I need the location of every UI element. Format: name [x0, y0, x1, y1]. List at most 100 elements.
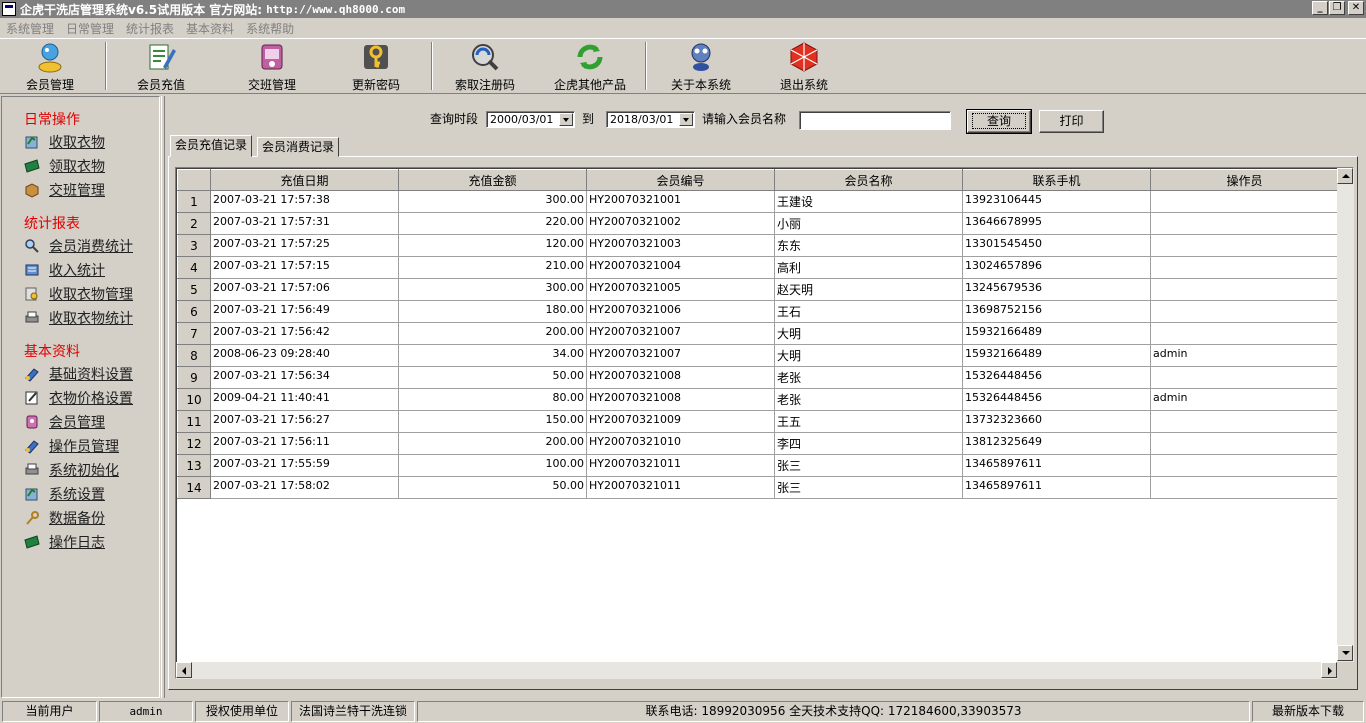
members-icon: [34, 41, 66, 73]
shift-manage-button[interactable]: 交班管理: [242, 41, 302, 93]
cell-member-name: 小丽: [774, 212, 963, 235]
get-reg-code-button[interactable]: 索取注册码: [452, 41, 518, 93]
cell-member-name: 高利: [774, 256, 963, 279]
cell-amount: 50.00: [398, 476, 587, 499]
sidebar-item-receive-clothes[interactable]: 收取衣物: [24, 133, 105, 151]
cell-amount: 200.00: [398, 432, 587, 455]
cell-phone: 13245679536: [962, 278, 1151, 301]
refresh-icon: [574, 41, 606, 73]
sidebar-item-operator-manage[interactable]: 操作员管理: [24, 437, 119, 455]
table-row[interactable]: 4 2007-03-21 17:57:15 210.00 HY20070321004 高…: [177, 256, 1339, 279]
cell-amount: 300.00: [398, 278, 587, 301]
tab-recharge-records[interactable]: 会员充值记录: [170, 135, 253, 157]
sidebar-item-operation-log[interactable]: 操作日志: [24, 533, 105, 551]
sidebar-item-data-backup[interactable]: 数据备份: [24, 509, 105, 527]
sidebar-item-clothes-stats[interactable]: 收取衣物统计: [24, 309, 133, 327]
sidebar-item-basic-settings[interactable]: 基础资料设置: [24, 365, 133, 383]
close-button[interactable]: ✕: [1348, 1, 1364, 15]
exit-button[interactable]: 退出系统: [774, 41, 834, 93]
sidebar-item-member-manage[interactable]: 会员管理: [24, 413, 105, 431]
scrollbar-corner: [1337, 662, 1354, 679]
cell-member-id: HY20070321011: [586, 476, 775, 499]
backup-key-icon: [24, 510, 40, 526]
sidebar-item-income-stats[interactable]: 收入统计: [24, 261, 105, 279]
column-header[interactable]: 联系手机: [962, 169, 1151, 191]
cell-amount: 300.00: [398, 190, 587, 213]
table-row[interactable]: 8 2008-06-23 09:28:40 34.00 HY20070321007 大明…: [177, 344, 1339, 367]
table-row[interactable]: 6 2007-03-21 17:56:49 180.00 HY20070321006 王…: [177, 300, 1339, 323]
search-button[interactable]: 查询: [966, 109, 1032, 134]
exit-icon: [788, 41, 820, 73]
sidebar-item-collect-clothes[interactable]: 领取衣物: [24, 157, 105, 175]
menu-help[interactable]: 系统帮助: [246, 20, 294, 37]
cell-phone: 13923106445: [962, 190, 1151, 213]
sidebar: 日常操作 收取衣物 领取衣物 交班管理 统计报表 会员消费统计 收入统计 收取衣…: [1, 96, 160, 698]
title-bar: 企虎干洗店管理系统v6.5试用版本 官方网站: http://www.qh800…: [0, 0, 1366, 18]
sidebar-item-clothes-manage[interactable]: 收取衣物管理: [24, 285, 133, 303]
column-header[interactable]: 操作员: [1150, 169, 1339, 191]
ledger-icon: [24, 262, 40, 278]
member-recharge-button[interactable]: 会员充值: [131, 41, 191, 93]
sidebar-item-system-init[interactable]: 系统初始化: [24, 461, 119, 479]
print-button[interactable]: 打印: [1039, 110, 1104, 133]
column-header[interactable]: 会员名称: [774, 169, 963, 191]
cell-amount: 180.00: [398, 300, 587, 323]
scroll-up-icon[interactable]: [1337, 168, 1353, 184]
table-row[interactable]: 13 2007-03-21 17:55:59 100.00 HY20070321011…: [177, 454, 1339, 477]
sidebar-item-price-settings[interactable]: 衣物价格设置: [24, 389, 133, 407]
cell-member-name: 王石: [774, 300, 963, 323]
download-latest-link[interactable]: 最新版本下载: [1252, 701, 1364, 722]
table-row[interactable]: 10 2009-04-21 11:40:41 80.00 HY20070321008 老…: [177, 388, 1339, 411]
cell-date: 2007-03-21 17:57:38: [210, 190, 399, 213]
menu-daily[interactable]: 日常管理: [66, 20, 114, 37]
member-manage-button[interactable]: 会员管理: [20, 41, 80, 93]
cell-date: 2007-03-21 17:57:06: [210, 278, 399, 301]
clothes-out-icon: [24, 158, 40, 174]
chevron-down-icon[interactable]: [559, 113, 573, 126]
scroll-down-icon[interactable]: [1337, 645, 1353, 661]
change-password-button[interactable]: 更新密码: [346, 41, 406, 93]
table-row[interactable]: 14 2007-03-21 17:58:02 50.00 HY20070321011 张…: [177, 476, 1339, 499]
table-row[interactable]: 1 2007-03-21 17:57:38 300.00 HY20070321001 王…: [177, 190, 1339, 213]
minimize-button[interactable]: _: [1312, 1, 1328, 15]
row-number: 3: [177, 234, 211, 257]
table-row[interactable]: 5 2007-03-21 17:57:06 300.00 HY20070321005 赵…: [177, 278, 1339, 301]
row-number: 7: [177, 322, 211, 345]
cell-date: 2008-06-23 09:28:40: [210, 344, 399, 367]
end-date-picker[interactable]: 2018/03/01: [606, 111, 695, 128]
menu-reports[interactable]: 统计报表: [126, 20, 174, 37]
column-header[interactable]: 会员编号: [586, 169, 775, 191]
menu-system[interactable]: 系统管理: [6, 20, 54, 37]
splitter[interactable]: [161, 96, 165, 698]
horizontal-scrollbar[interactable]: [176, 662, 1337, 679]
chevron-down-icon[interactable]: [679, 113, 693, 126]
scroll-right-icon[interactable]: [1321, 662, 1337, 678]
table-row[interactable]: 7 2007-03-21 17:56:42 200.00 HY20070321007 大…: [177, 322, 1339, 345]
table-row[interactable]: 12 2007-03-21 17:56:11 200.00 HY20070321010…: [177, 432, 1339, 455]
table-row[interactable]: 9 2007-03-21 17:56:34 50.00 HY20070321008 老张…: [177, 366, 1339, 389]
table-row[interactable]: 2 2007-03-21 17:57:31 220.00 HY20070321002 小…: [177, 212, 1339, 235]
restore-button[interactable]: ❐: [1329, 1, 1345, 15]
column-header[interactable]: 充值日期: [210, 169, 399, 191]
start-date-picker[interactable]: 2000/03/01: [486, 111, 575, 128]
cell-member-id: HY20070321004: [586, 256, 775, 279]
member-name-input[interactable]: [799, 111, 951, 130]
other-products-button[interactable]: 企虎其他产品: [552, 41, 628, 93]
cell-phone: 13301545450: [962, 234, 1151, 257]
column-header[interactable]: 充值金额: [398, 169, 587, 191]
sidebar-item-system-settings[interactable]: 系统设置: [24, 485, 105, 503]
sidebar-item-shift-manage[interactable]: 交班管理: [24, 181, 105, 199]
vertical-scrollbar[interactable]: [1337, 168, 1354, 662]
menu-basic-data[interactable]: 基本资料: [186, 20, 234, 37]
table-row[interactable]: 3 2007-03-21 17:57:25 120.00 HY20070321003 东…: [177, 234, 1339, 257]
table-row[interactable]: 11 2007-03-21 17:56:27 150.00 HY20070321009…: [177, 410, 1339, 433]
cell-operator: [1150, 300, 1339, 323]
cell-date: 2007-03-21 17:57:25: [210, 234, 399, 257]
grid-corner: [177, 169, 211, 191]
system-settings-icon: [24, 486, 40, 502]
cell-operator: [1150, 366, 1339, 389]
scroll-left-icon[interactable]: [176, 662, 192, 678]
sidebar-item-member-consumption-stats[interactable]: 会员消费统计: [24, 237, 133, 255]
tab-consumption-records[interactable]: 会员消费记录: [257, 137, 340, 157]
about-button[interactable]: 关于本系统: [668, 41, 734, 93]
